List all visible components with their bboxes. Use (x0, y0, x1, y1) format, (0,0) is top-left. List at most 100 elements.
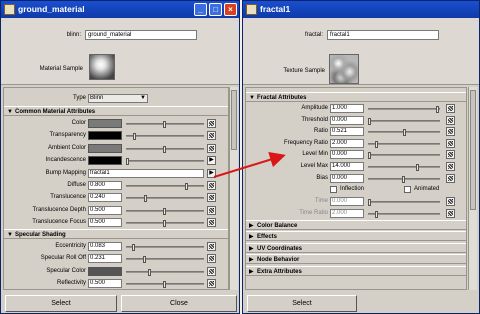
frequency-ratio-slider[interactable] (368, 140, 440, 148)
threshold-slider-handle[interactable] (368, 117, 371, 125)
ambient-color-swatch[interactable] (88, 143, 122, 153)
translucence-focus-slider[interactable] (126, 220, 204, 228)
time-slider-handle[interactable] (368, 199, 371, 206)
color-slider-handle[interactable] (163, 121, 166, 128)
ambient-color-slider-handle[interactable] (163, 145, 166, 153)
threshold-map-button[interactable] (446, 115, 455, 125)
ambient-color-slider[interactable] (126, 145, 204, 153)
vertical-scrollbar[interactable] (229, 87, 238, 290)
bias-slider-handle[interactable] (402, 175, 405, 183)
color-swatch[interactable] (88, 119, 122, 128)
node-name-field[interactable]: fractal1 (327, 30, 439, 40)
reflectivity-slider-handle[interactable] (163, 281, 166, 289)
translucence-focus-slider-handle[interactable] (163, 220, 166, 228)
specular-color-map-button[interactable] (207, 266, 216, 276)
incandescence-swatch[interactable] (88, 156, 122, 166)
level-max-slider-handle[interactable] (416, 164, 419, 171)
frequency-ratio-slider-handle[interactable] (375, 140, 378, 148)
scrollbar-thumb[interactable] (231, 90, 237, 150)
title-bar[interactable]: ground_material _ □ × (1, 1, 239, 18)
translucence-depth-map-button[interactable] (207, 205, 216, 215)
vertical-scrollbar[interactable] (468, 87, 477, 290)
section-node-behavior[interactable]: ▶ Node Behavior (246, 254, 466, 265)
level-min-slider-handle[interactable] (368, 152, 371, 160)
texture-sample-swatch[interactable] (329, 54, 359, 84)
time-ratio-map-button[interactable] (446, 208, 455, 218)
select-button[interactable]: Select (5, 295, 117, 312)
translucence-depth-slider-handle[interactable] (163, 207, 166, 215)
reflectivity-field[interactable]: 0.500 (88, 279, 122, 289)
transparency-slider-handle[interactable] (133, 133, 136, 141)
frequency-ratio-map-button[interactable] (446, 138, 455, 148)
eccentricity-slider-handle[interactable] (132, 244, 135, 251)
threshold-field[interactable]: 0.000 (330, 115, 364, 125)
animated-checkbox[interactable] (404, 186, 411, 193)
node-name-field[interactable]: ground_material (85, 30, 197, 40)
reflectivity-map-button[interactable] (207, 279, 216, 289)
translucence-slider-handle[interactable] (144, 195, 147, 203)
close-window-button[interactable]: × (224, 3, 237, 16)
section-uv-coordinates[interactable]: ▶ UV Coordinates (246, 242, 466, 253)
specular-color-swatch[interactable] (88, 266, 122, 276)
diffuse-slider[interactable] (126, 183, 204, 190)
time-map-button[interactable] (446, 197, 455, 206)
diffuse-map-button[interactable] (207, 181, 216, 190)
ratio-slider-handle[interactable] (403, 129, 406, 137)
time-ratio-slider[interactable] (368, 210, 440, 218)
bump-mapping-field[interactable]: fractal1 (88, 168, 204, 178)
color-map-button[interactable] (207, 119, 216, 128)
time-field[interactable]: 0.000 (330, 197, 364, 206)
material-sample-swatch[interactable] (89, 54, 115, 80)
minimize-button[interactable]: _ (194, 3, 207, 16)
ratio-field[interactable]: 0.521 (330, 127, 364, 137)
diffuse-field[interactable]: 0.800 (88, 181, 122, 190)
translucence-depth-field[interactable]: 0.500 (88, 205, 122, 215)
amplitude-slider-handle[interactable] (436, 106, 439, 113)
level-max-field[interactable]: 14.000 (330, 162, 364, 171)
level-max-map-button[interactable] (446, 162, 455, 171)
incandescence-slider[interactable] (126, 158, 204, 166)
level-min-map-button[interactable] (446, 150, 455, 160)
bias-slider[interactable] (368, 175, 440, 183)
specular-roll-off-field[interactable]: 0.231 (88, 254, 122, 264)
threshold-slider[interactable] (368, 117, 440, 125)
eccentricity-slider[interactable] (126, 244, 204, 251)
bump-mapping-connection-arrow-icon[interactable]: ▶ (207, 168, 216, 178)
fractal-attributes-section[interactable]: ▼ Fractal Attributes (246, 92, 466, 102)
bias-map-button[interactable] (446, 173, 455, 183)
inflection-checkbox[interactable] (330, 186, 337, 193)
diffuse-slider-handle[interactable] (185, 183, 188, 190)
translucence-map-button[interactable] (207, 193, 216, 203)
level-min-field[interactable]: 0.000 (330, 150, 364, 160)
specular-roll-off-slider-handle[interactable] (143, 256, 146, 264)
section-color-balance[interactable]: ▶ Color Balance (246, 220, 466, 230)
color-slider[interactable] (126, 121, 204, 128)
eccentricity-field[interactable]: 0.083 (88, 242, 122, 251)
translucence-depth-slider[interactable] (126, 207, 204, 215)
ambient-color-map-button[interactable] (207, 143, 216, 153)
amplitude-slider[interactable] (368, 106, 440, 113)
section-effects[interactable]: ▶ Effects (246, 231, 466, 242)
bias-field[interactable]: 0.000 (330, 173, 364, 183)
specular-roll-off-map-button[interactable] (207, 254, 216, 264)
amplitude-map-button[interactable] (446, 104, 455, 113)
ratio-map-button[interactable] (446, 127, 455, 137)
transparency-swatch[interactable] (88, 131, 122, 141)
incandescence-connection-arrow-icon[interactable]: ▶ (207, 156, 216, 166)
specular-color-slider[interactable] (126, 268, 204, 276)
frequency-ratio-field[interactable]: 2.000 (330, 138, 364, 148)
ratio-slider[interactable] (368, 129, 440, 137)
type-dropdown[interactable]: Blinn ▼ (88, 94, 148, 103)
incandescence-slider-handle[interactable] (126, 158, 129, 166)
amplitude-field[interactable]: 1.000 (330, 104, 364, 113)
reflectivity-slider[interactable] (126, 281, 204, 289)
time-ratio-slider-handle[interactable] (375, 210, 378, 218)
transparency-map-button[interactable] (207, 131, 216, 141)
translucence-slider[interactable] (126, 195, 204, 203)
specular-shading-section[interactable]: ▼ Specular Shading (4, 229, 228, 239)
maximize-button[interactable]: □ (209, 3, 222, 16)
title-bar[interactable]: fractal1 (243, 1, 479, 18)
translucence-focus-map-button[interactable] (207, 218, 216, 228)
select-button[interactable]: Select (247, 295, 357, 312)
time-slider[interactable] (368, 199, 440, 206)
